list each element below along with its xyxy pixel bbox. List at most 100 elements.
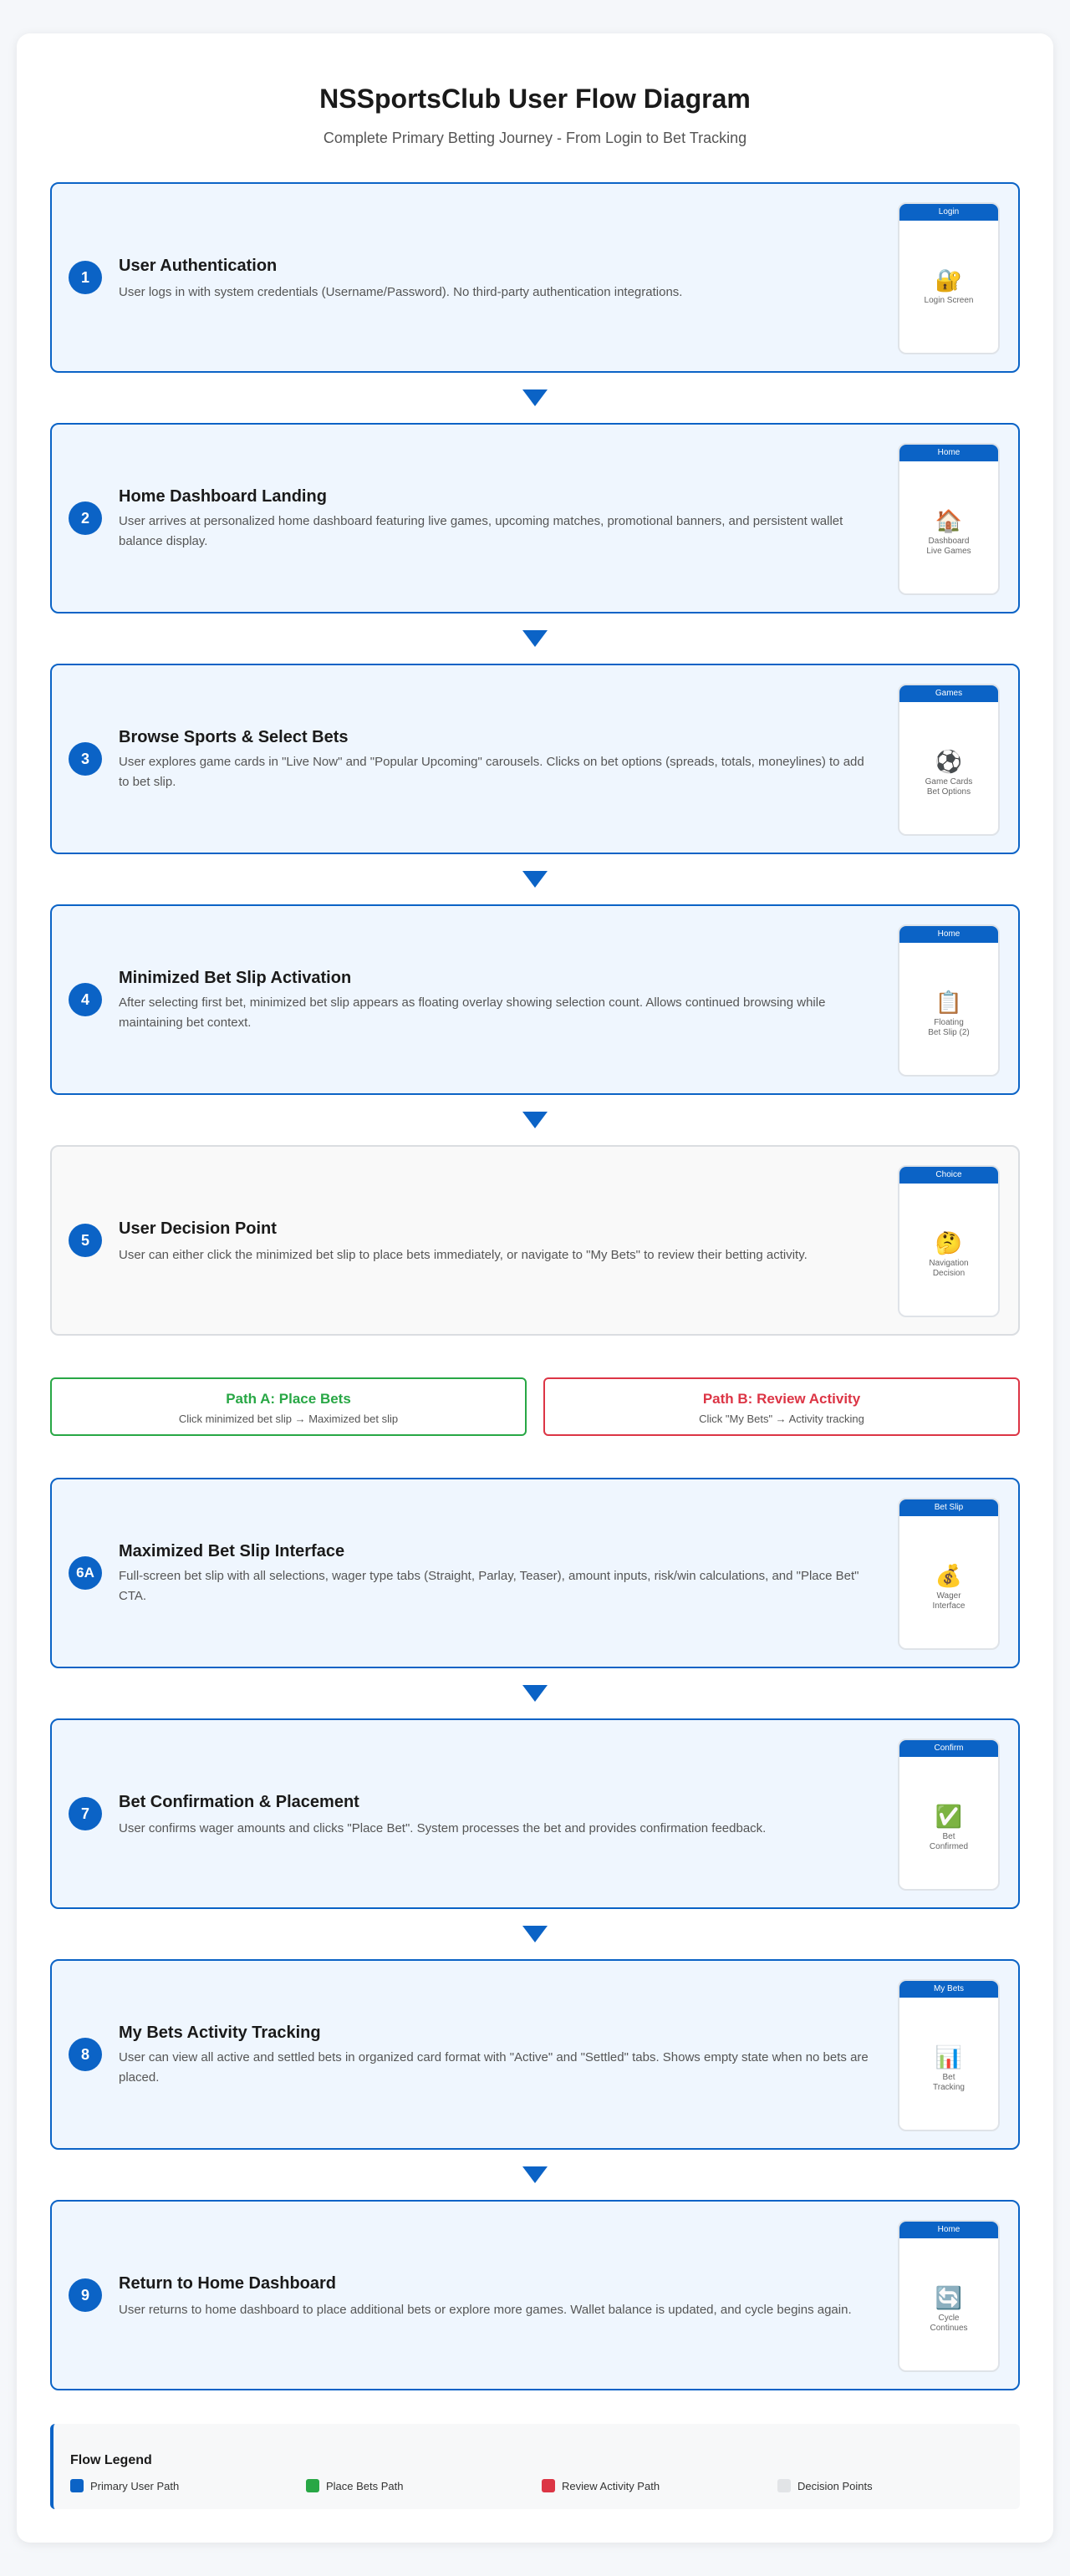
step-title: Bet Confirmation & Placement — [119, 1793, 359, 1811]
step-title: Home Dashboard Landing — [119, 487, 327, 506]
phone-caption: Wager Interface — [932, 1591, 966, 1611]
path-description: Click "My Bets" → Activity tracking — [699, 1413, 864, 1425]
step-number-badge: 2 — [69, 501, 102, 535]
clipboard-icon: 📋 — [935, 990, 963, 1015]
phone-mockup: Choice 🤔 Navigation Decision — [898, 1165, 1000, 1317]
phone-screen-label: Home — [899, 926, 998, 943]
step-description: User explores game cards in "Live Now" a… — [119, 755, 864, 789]
phone-mockup: Games ⚽ Game Cards Bet Options — [898, 684, 1000, 836]
legend-swatch — [70, 2479, 84, 2492]
phone-mockup: Login 🔐 Login Screen — [898, 202, 1000, 354]
step-description: User can view all active and settled bet… — [119, 2050, 869, 2085]
legend-item-decision-points: Decision Points — [777, 2479, 873, 2492]
page-subtitle: Complete Primary Betting Journey - From … — [323, 130, 747, 146]
phone-screen-label: Choice — [899, 1167, 998, 1184]
phone-screen-label: Home — [899, 445, 998, 461]
step-number-badge: 5 — [69, 1224, 102, 1257]
step-number-badge: 4 — [69, 983, 102, 1016]
flow-arrow-down-icon — [522, 2166, 548, 2183]
phone-caption: Navigation Decision — [929, 1259, 969, 1278]
step-3-card: 3 Browse Sports & Select Bets User explo… — [50, 664, 1020, 854]
path-description: Click minimized bet slip → Maximized bet… — [178, 1413, 399, 1425]
step-description: User logs in with system credentials (Us… — [119, 285, 683, 299]
flow-arrow-down-icon — [522, 1685, 548, 1702]
phone-caption: Bet Confirmed — [929, 1832, 969, 1851]
step-7-card: 7 Bet Confirmation & Placement User conf… — [50, 1718, 1020, 1909]
step-2-card: 2 Home Dashboard Landing User arrives at… — [50, 423, 1020, 613]
step-title: My Bets Activity Tracking — [119, 2024, 321, 2042]
legend-label: Primary User Path — [90, 2479, 180, 2492]
path-b-review-activity: Path B: Review Activity Click "My Bets" … — [543, 1377, 1020, 1436]
phone-mockup: My Bets 📊 Bet Tracking — [898, 1979, 1000, 2131]
phone-mockup: Home 🏠 Dashboard Live Games — [898, 443, 1000, 595]
soccer-ball-icon: ⚽ — [935, 749, 963, 774]
legend-swatch — [777, 2479, 791, 2492]
path-a-place-bets: Path A: Place Bets Click minimized bet s… — [50, 1377, 527, 1436]
phone-screen-label: Home — [899, 2222, 998, 2238]
phone-screen-label: Games — [899, 685, 998, 702]
step-description: User can either click the minimized bet … — [119, 1248, 808, 1262]
phone-caption: Dashboard Live Games — [926, 537, 971, 556]
check-mark-icon: ✅ — [935, 1804, 963, 1829]
phone-screen-label: Bet Slip — [899, 1499, 998, 1516]
step-description: User confirms wager amounts and clicks "… — [119, 1821, 767, 1835]
flow-legend: Flow Legend Primary User Path Place Bets… — [50, 2424, 1020, 2509]
phone-mockup: Home 🔄 Cycle Continues — [898, 2220, 1000, 2372]
legend-label: Review Activity Path — [562, 2479, 660, 2492]
step-6a-card: 6A Maximized Bet Slip Interface Full-scr… — [50, 1478, 1020, 1668]
step-number-badge: 1 — [69, 261, 102, 294]
phone-mockup: Confirm ✅ Bet Confirmed — [898, 1739, 1000, 1891]
step-description: After selecting first bet, minimized bet… — [119, 995, 826, 1030]
cycle-arrows-icon: 🔄 — [935, 2285, 963, 2310]
step-description: User returns to home dashboard to place … — [119, 2303, 852, 2317]
phone-caption: Game Cards Bet Options — [925, 777, 973, 797]
legend-label: Decision Points — [797, 2479, 873, 2492]
step-9-card: 9 Return to Home Dashboard User returns … — [50, 2200, 1020, 2390]
step-title: Minimized Bet Slip Activation — [119, 969, 352, 987]
step-number-badge: 8 — [69, 2038, 102, 2071]
step-title: Browse Sports & Select Bets — [119, 728, 349, 746]
legend-item-review-activity: Review Activity Path — [542, 2479, 660, 2492]
legend-swatch — [542, 2479, 555, 2492]
phone-screen-label: My Bets — [899, 1981, 998, 1998]
legend-item-primary: Primary User Path — [70, 2479, 179, 2492]
house-icon: 🏠 — [935, 508, 963, 533]
phone-caption: Login Screen — [924, 296, 974, 305]
step-1-card: 1 User Authentication User logs in with … — [50, 182, 1020, 373]
path-title: Path A: Place Bets — [226, 1391, 351, 1407]
page-title: NSSportsClub User Flow Diagram — [319, 84, 751, 114]
step-title: User Authentication — [119, 257, 278, 275]
phone-mockup: Bet Slip 💰 Wager Interface — [898, 1498, 1000, 1650]
step-description: User arrives at personalized home dashbo… — [119, 514, 843, 548]
step-8-card: 8 My Bets Activity Tracking User can vie… — [50, 1959, 1020, 2150]
step-title: Maximized Bet Slip Interface — [119, 1542, 345, 1560]
bar-chart-icon: 📊 — [935, 2044, 963, 2069]
phone-caption: Bet Tracking — [933, 2073, 965, 2092]
flow-arrow-down-icon — [522, 630, 548, 647]
phone-caption: Floating Bet Slip (2) — [928, 1018, 970, 1037]
thinking-face-icon: 🤔 — [935, 1230, 963, 1255]
legend-swatch — [306, 2479, 319, 2492]
step-5-decision-card: 5 User Decision Point User can either cl… — [50, 1145, 1020, 1336]
flow-arrow-down-icon — [522, 1112, 548, 1128]
flow-arrow-down-icon — [522, 1926, 548, 1942]
phone-caption: Cycle Continues — [930, 2314, 968, 2333]
step-title: Return to Home Dashboard — [119, 2274, 337, 2293]
legend-item-place-bets: Place Bets Path — [306, 2479, 404, 2492]
phone-screen-label: Login — [899, 204, 998, 221]
step-number-badge: 3 — [69, 742, 102, 776]
legend-title: Flow Legend — [70, 2453, 152, 2467]
path-title: Path B: Review Activity — [702, 1391, 861, 1407]
step-number-badge: 9 — [69, 2278, 102, 2312]
step-4-card: 4 Minimized Bet Slip Activation After se… — [50, 904, 1020, 1095]
legend-label: Place Bets Path — [326, 2479, 404, 2492]
lock-key-icon: 🔐 — [935, 267, 963, 293]
step-number-badge: 6A — [69, 1556, 102, 1590]
phone-mockup: Home 📋 Floating Bet Slip (2) — [898, 924, 1000, 1077]
money-bag-icon: 💰 — [935, 1563, 963, 1588]
phone-screen-label: Confirm — [899, 1740, 998, 1757]
step-title: User Decision Point — [119, 1219, 277, 1238]
step-number-badge: 7 — [69, 1797, 102, 1830]
flow-arrow-down-icon — [522, 389, 548, 406]
flow-arrow-down-icon — [522, 871, 548, 888]
